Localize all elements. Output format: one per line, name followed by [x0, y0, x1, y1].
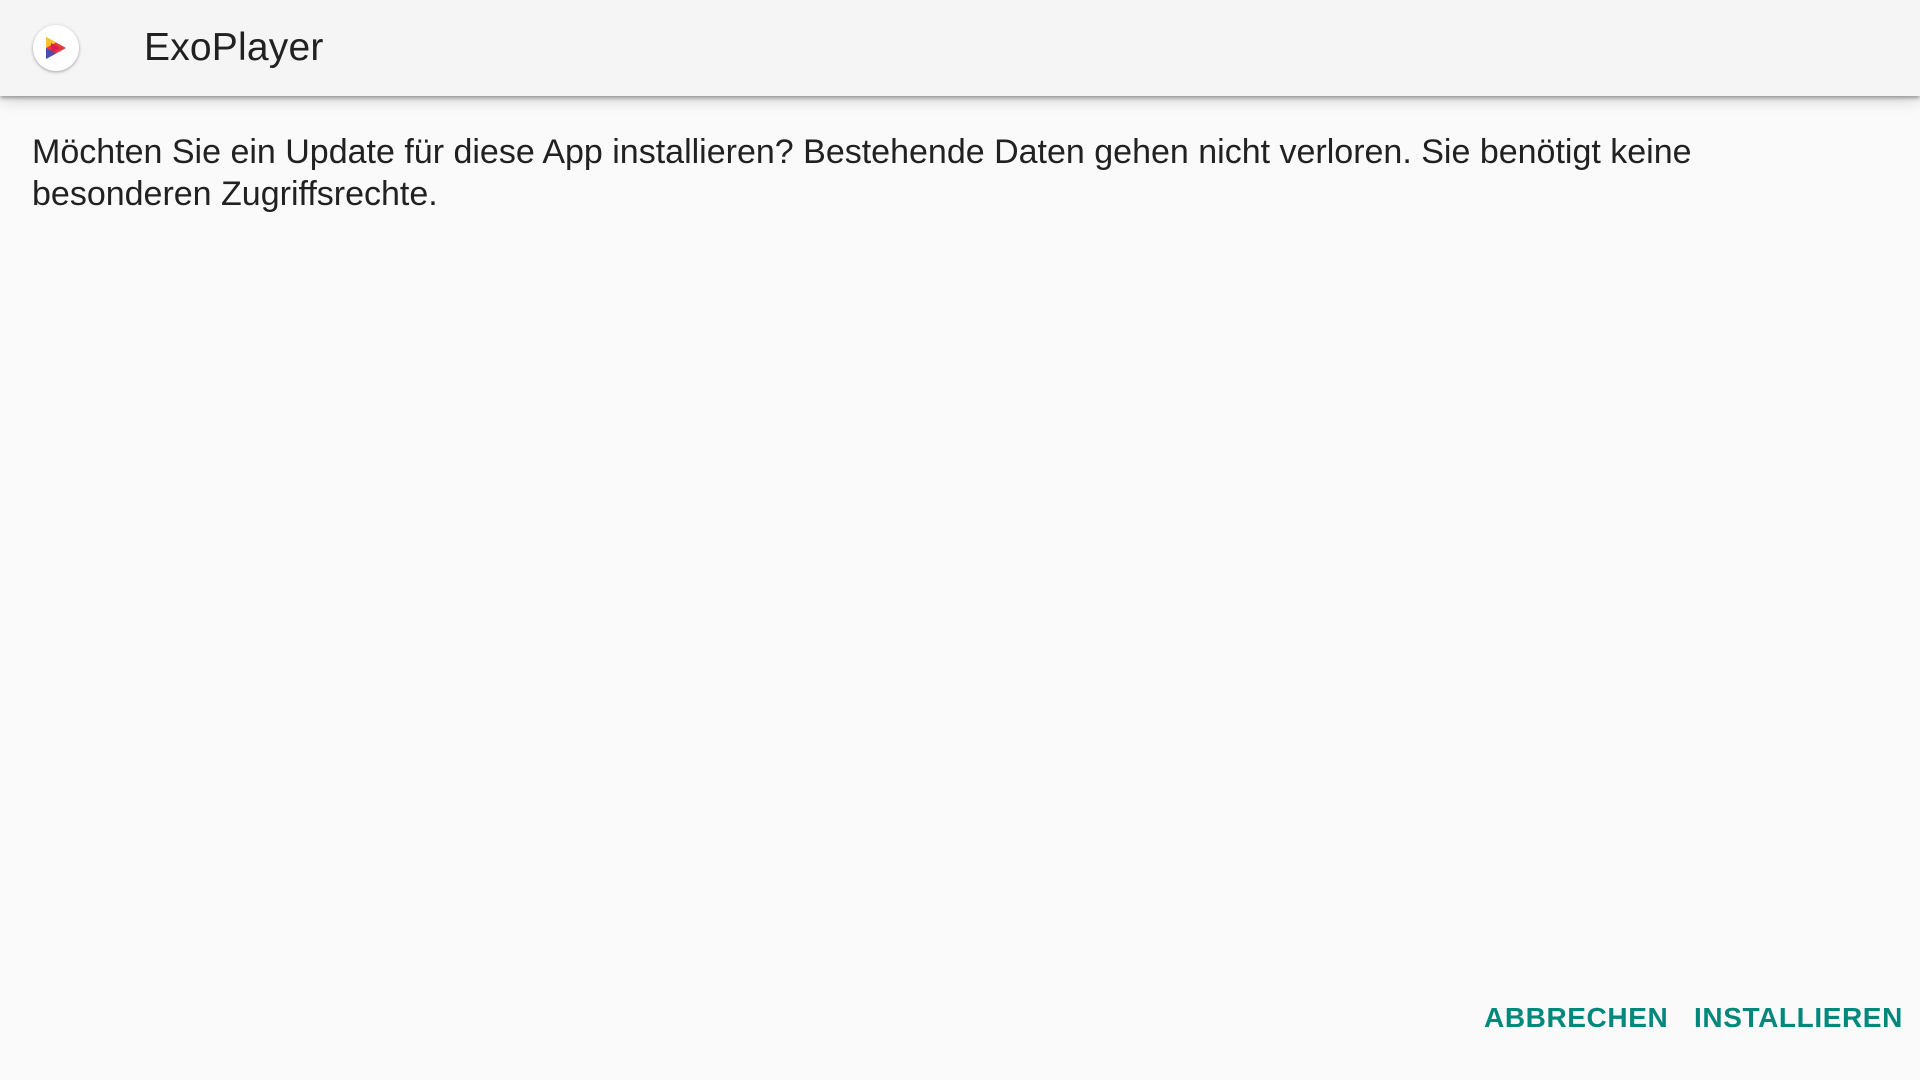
app-bar: ExoPlayer [0, 0, 1920, 96]
app-title: ExoPlayer [144, 26, 324, 69]
installer-screen: ExoPlayer Möchten Sie ein Update für die… [0, 0, 1920, 1080]
exoplayer-app-icon [33, 25, 79, 71]
install-message: Möchten Sie ein Update für diese App ins… [32, 133, 1692, 213]
cancel-button[interactable]: ABBRECHEN [1484, 994, 1668, 1042]
play-logo-icon [46, 37, 66, 59]
install-button[interactable]: INSTALLIEREN [1694, 994, 1903, 1042]
